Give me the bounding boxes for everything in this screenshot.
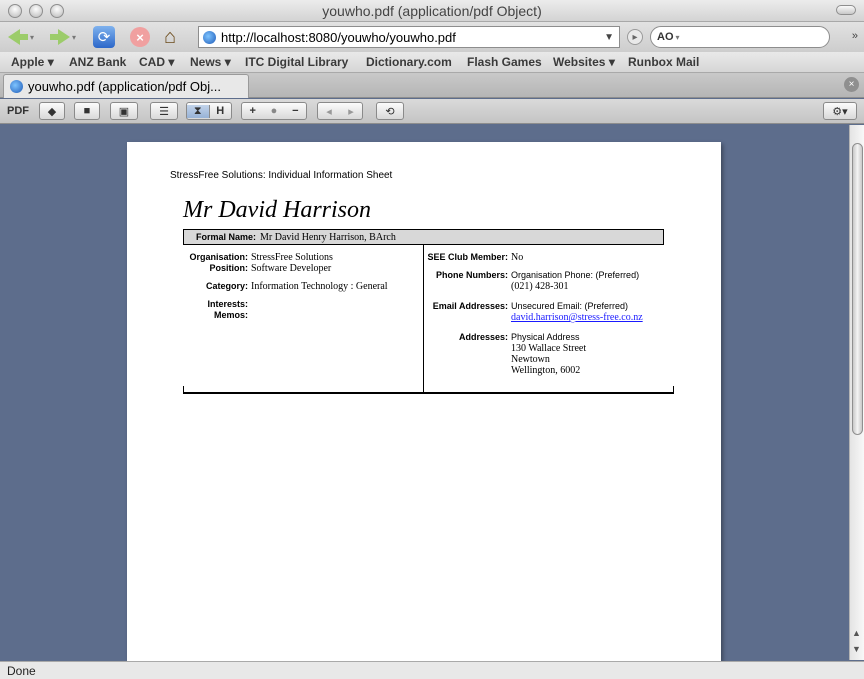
stop-button[interactable]: ×	[130, 25, 150, 49]
stop-icon: ×	[130, 27, 150, 47]
back-arrow-icon	[8, 29, 20, 45]
email-type: Unsecured Email: (Preferred)	[511, 301, 629, 311]
back-button[interactable]: ▾	[8, 25, 34, 49]
reload-button[interactable]: ⟳	[93, 25, 115, 49]
window-titlebar: youwho.pdf (application/pdf Object)	[0, 0, 864, 22]
bookmarks-bar: Apple ▾ ANZ Bank CAD ▾ News ▾ ITC Digita…	[0, 52, 864, 73]
pdf-save-button[interactable]: ■	[74, 102, 100, 120]
organisation-value: StressFree Solutions	[251, 252, 333, 263]
bookmark-anz-bank[interactable]: ANZ Bank	[69, 55, 126, 69]
left-info-column: Organisation: StressFree Solutions Positi…	[183, 252, 388, 321]
fit-width-button[interactable]: H	[210, 105, 232, 117]
email-link[interactable]: david.harrison@stress-free.co.nz	[511, 312, 643, 323]
category-label: Category:	[205, 281, 248, 291]
bookmark-flash-games[interactable]: Flash Games	[467, 55, 542, 69]
right-info-column: SEE Club Member: No Phone Numbers: Organis…	[427, 252, 643, 376]
toolbar-overflow-icon[interactable]: »	[852, 30, 858, 42]
position-value: Software Developer	[251, 263, 332, 274]
position-label: Position:	[209, 263, 249, 273]
interests-label: Interests:	[207, 299, 248, 309]
address-line-3: Wellington, 6002	[511, 365, 581, 376]
scroll-down-icon[interactable]: ▼	[852, 644, 861, 654]
bookmark-cad[interactable]: CAD ▾	[139, 55, 174, 69]
scroll-up-icon[interactable]: ▲	[852, 628, 861, 638]
window-title: youwho.pdf (application/pdf Object)	[322, 3, 542, 19]
zoom-out-button[interactable]: −	[285, 105, 306, 117]
pdf-zoom-control: + ● −	[241, 102, 307, 120]
phone-value: (021) 428-301	[511, 281, 569, 292]
forward-arrow-icon	[58, 29, 70, 45]
status-bar: Done	[0, 661, 864, 679]
gear-icon: ⚙▾	[832, 105, 848, 118]
table-bottom-rule	[183, 392, 674, 394]
next-page-icon[interactable]: ▸	[340, 105, 362, 118]
address-bar[interactable]: http://localhost:8080/youwho/youwho.pdf …	[198, 26, 620, 48]
pdf-fit-toggle: ⧗ H	[186, 102, 232, 120]
history-dropdown-icon[interactable]: ▼	[604, 32, 614, 43]
save-icon: ■	[83, 105, 91, 117]
pdf-page-nav: ◂ ▸	[317, 102, 363, 120]
actual-size-icon[interactable]: ●	[263, 105, 284, 117]
rotate-icon: ⟲	[385, 105, 395, 118]
close-tab-icon[interactable]: ×	[844, 77, 859, 92]
diamond-icon: ◆	[47, 105, 57, 118]
home-button[interactable]: ⌂	[164, 25, 176, 49]
previous-page-icon[interactable]: ◂	[318, 105, 340, 118]
search-field[interactable]: AO ▾	[650, 26, 830, 48]
formal-name-value: Mr David Henry Harrison, BArch	[260, 231, 396, 243]
pdf-rotate-button[interactable]: ⟲	[376, 102, 404, 120]
pdf-navigate-button[interactable]: ◆	[39, 102, 65, 120]
pdf-toolbar: PDF ◆ ■ ▣ ☰ ⧗ H + ● − ◂ ▸ ⟲ ⚙▾	[0, 99, 864, 124]
pdf-label: PDF	[7, 105, 29, 117]
sheet-header: StressFree Solutions: Individual Informa…	[170, 170, 393, 181]
bookmark-runbox-mail[interactable]: Runbox Mail	[628, 55, 699, 69]
column-divider	[423, 245, 424, 393]
phone-label: Phone Numbers:	[435, 270, 508, 280]
scrollbar-thumb[interactable]	[852, 143, 863, 435]
bookmark-dictionary[interactable]: Dictionary.com	[366, 55, 452, 69]
vertical-scrollbar[interactable]: ▲ ▼	[849, 125, 864, 660]
club-member-value: No	[511, 252, 524, 263]
phone-type: Organisation Phone: (Preferred)	[511, 270, 640, 280]
forward-button[interactable]: ▾	[50, 25, 76, 49]
bookmark-itc-digital-library[interactable]: ITC Digital Library	[245, 55, 348, 69]
toolbar-toggle-button[interactable]	[836, 5, 856, 15]
search-engine-icon[interactable]: AO	[657, 31, 674, 43]
pdf-contents-button[interactable]: ☰	[150, 102, 178, 120]
club-member-label: SEE Club Member:	[427, 252, 508, 262]
tab-bar: youwho.pdf (application/pdf Obj... ×	[0, 73, 864, 98]
go-button[interactable]: ▸	[627, 29, 643, 45]
pdf-page: StressFree Solutions: Individual Informa…	[127, 142, 721, 661]
organisation-label: Organisation:	[189, 252, 248, 262]
person-name: Mr David Harrison	[183, 197, 372, 223]
memos-label: Memos:	[213, 310, 248, 320]
address-line-1: 130 Wallace Street	[511, 343, 587, 354]
formal-name-bar: Formal Name: Mr David Henry Harrison, BA…	[183, 229, 664, 245]
tab-title: youwho.pdf (application/pdf Obj...	[28, 79, 221, 94]
bookmark-websites[interactable]: Websites ▾	[553, 55, 615, 69]
url-text[interactable]: http://localhost:8080/youwho/youwho.pdf	[221, 30, 604, 45]
address-type: Physical Address	[511, 332, 580, 342]
bookmark-apple[interactable]: Apple ▾	[11, 55, 54, 69]
status-text: Done	[7, 664, 36, 678]
category-value: Information Technology : General	[251, 281, 388, 292]
navigation-toolbar: ▾ ▾ ⟳ × ⌂ http://localhost:8080/youwho/y…	[0, 22, 864, 52]
reload-icon: ⟳	[93, 26, 115, 48]
bookmark-news[interactable]: News ▾	[190, 55, 231, 69]
email-label: Email Addresses:	[432, 301, 508, 311]
tab-globe-icon	[10, 80, 23, 93]
print-icon: ▣	[118, 105, 130, 118]
formal-name-label: Formal Name:	[196, 232, 257, 242]
zoom-in-button[interactable]: +	[242, 105, 263, 117]
pdf-print-button[interactable]: ▣	[110, 102, 138, 120]
address-label: Addresses:	[458, 332, 508, 342]
tab-youwho-pdf[interactable]: youwho.pdf (application/pdf Obj...	[3, 74, 249, 98]
site-globe-icon	[203, 30, 216, 44]
list-icon: ☰	[159, 105, 169, 118]
fit-page-icon[interactable]: ⧗	[187, 104, 210, 118]
pdf-options-button[interactable]: ⚙▾	[823, 102, 857, 120]
home-icon: ⌂	[164, 25, 177, 48]
address-line-2: Newtown	[511, 354, 550, 365]
